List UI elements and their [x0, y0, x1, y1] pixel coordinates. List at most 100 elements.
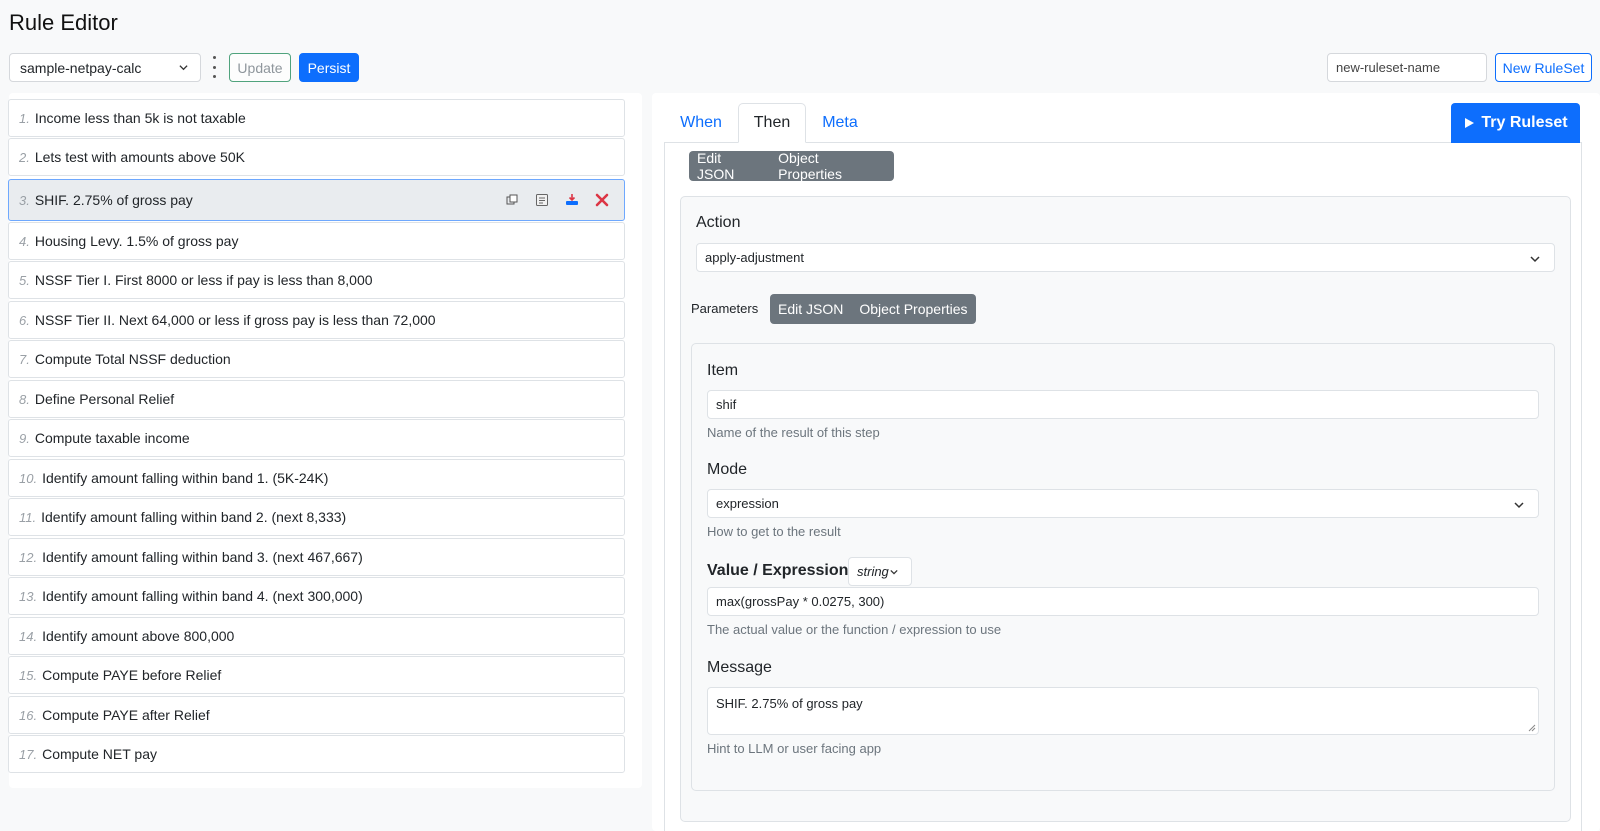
rule-list-item[interactable]: 4. Housing Levy. 1.5% of gross pay	[8, 222, 625, 260]
then-view-toggle: Edit JSON Object Properties	[689, 150, 894, 182]
rule-list-item[interactable]: 7. Compute Total NSSF deduction	[8, 340, 625, 378]
chevron-down-icon	[1514, 502, 1524, 509]
more-options-icon[interactable]	[210, 56, 218, 78]
tab-then[interactable]: Then	[738, 103, 806, 143]
rule-label: NSSF Tier II. Next 64,000 or less if gro…	[34, 312, 436, 328]
message-help-text: Hint to LLM or user facing app	[707, 741, 882, 756]
item-label: Item	[707, 362, 739, 379]
then-object-properties-toggle[interactable]: Object Properties	[770, 150, 894, 182]
value-expression-input[interactable]: max(grossPay * 0.0275, 300)	[707, 587, 1539, 616]
insert-below-icon[interactable]	[564, 192, 580, 208]
rule-number: 4.	[19, 233, 30, 249]
rule-label: Identify amount falling within band 3. (…	[42, 549, 363, 565]
rule-label: Compute PAYE after Relief	[42, 707, 210, 723]
tab-when[interactable]: When	[668, 103, 734, 143]
rule-label: Identify amount falling within band 2. (…	[41, 509, 347, 525]
resize-handle-icon[interactable]	[1528, 724, 1536, 732]
duplicate-icon[interactable]	[504, 192, 520, 208]
rule-label: Identify amount above 800,000	[42, 628, 235, 644]
rule-label: Compute PAYE before Relief	[42, 667, 222, 683]
rule-number: 11.	[19, 509, 37, 525]
rule-label: Compute NET pay	[42, 746, 157, 762]
rule-label: Identify amount falling within band 4. (…	[42, 588, 363, 604]
rule-label: Compute Total NSSF deduction	[34, 351, 231, 367]
delete-icon[interactable]	[594, 192, 610, 208]
parameters-label: Parameters	[691, 301, 759, 316]
rule-list-item[interactable]: 8. Define Personal Relief	[8, 380, 625, 418]
rule-number: 10.	[19, 470, 38, 486]
rule-list-item[interactable]: 2. Lets test with amounts above 50K	[8, 138, 625, 176]
try-ruleset-button[interactable]: Try Ruleset	[1451, 103, 1580, 143]
rule-number: 3.	[19, 192, 30, 208]
message-textarea[interactable]: SHIF. 2.75% of gross pay	[707, 687, 1539, 735]
rule-label: Lets test with amounts above 50K	[34, 149, 245, 165]
item-help-text: Name of the result of this step	[707, 425, 880, 440]
then-edit-json-toggle[interactable]: Edit JSON	[689, 150, 770, 182]
try-ruleset-label: Try Ruleset	[1481, 114, 1568, 131]
rule-number: 15.	[19, 667, 38, 683]
rule-label: Housing Levy. 1.5% of gross pay	[34, 233, 239, 249]
mode-select-value: expression	[716, 496, 779, 511]
rule-number: 2.	[19, 149, 30, 165]
rule-label: NSSF Tier I. First 8000 or less if pay i…	[34, 272, 373, 288]
action-select-value: apply-adjustment	[705, 250, 804, 265]
rule-number: 6.	[19, 312, 30, 328]
rule-number: 17.	[19, 746, 38, 762]
rule-list-item[interactable]: 5. NSSF Tier I. First 8000 or less if pay…	[8, 261, 625, 299]
mode-select[interactable]: expression	[707, 489, 1539, 518]
persist-button[interactable]: Persist	[299, 53, 359, 82]
parameters-edit-json-toggle[interactable]: Edit JSON	[770, 301, 851, 317]
mode-label: Mode	[707, 461, 748, 478]
play-icon	[1465, 118, 1475, 128]
rule-label: SHIF. 2.75% of gross pay	[34, 192, 193, 208]
rule-list-item[interactable]: 15. Compute PAYE before Relief	[8, 656, 625, 694]
item-input[interactable]: shif	[707, 390, 1539, 419]
mode-help-text: How to get to the result	[707, 524, 841, 539]
update-button[interactable]: Update	[229, 53, 291, 82]
value-expression-value: max(grossPay * 0.0275, 300)	[716, 594, 885, 609]
rule-number: 14.	[19, 628, 38, 644]
rule-actions	[504, 192, 610, 208]
action-select[interactable]: apply-adjustment	[696, 243, 1555, 272]
rule-number: 16.	[19, 707, 38, 723]
rule-number: 7.	[19, 351, 30, 367]
rule-list-item[interactable]: 12. Identify amount falling within band 3…	[8, 538, 625, 576]
new-ruleset-button[interactable]: New RuleSet	[1495, 53, 1592, 82]
rule-list-item[interactable]: 1. Income less than 5k is not taxable	[8, 99, 625, 137]
page-title: Rule Editor	[9, 10, 118, 35]
rule-list-item[interactable]: 13. Identify amount falling within band 4…	[8, 577, 625, 615]
value-expression-label: Value / Expression	[707, 562, 849, 579]
rule-list-item[interactable]: 9. Compute taxable income	[8, 419, 625, 457]
chevron-down-icon	[1530, 256, 1540, 263]
rule-number: 1.	[19, 110, 30, 126]
rule-label: Identify amount falling within band 1. (…	[42, 470, 329, 486]
value-type-value: string	[857, 564, 889, 579]
chevron-down-icon	[890, 569, 898, 574]
value-type-select[interactable]: string	[848, 557, 912, 586]
rule-label: Compute taxable income	[34, 430, 190, 446]
rule-list-item[interactable]: 11. Identify amount falling within band 2…	[8, 498, 625, 536]
rule-number: 12.	[19, 549, 38, 565]
message-label: Message	[707, 659, 772, 676]
rule-list-item[interactable]: 10. Identify amount falling within band 1…	[8, 459, 625, 497]
rule-label: Income less than 5k is not taxable	[34, 110, 246, 126]
action-label: Action	[696, 214, 741, 231]
rule-label: Define Personal Relief	[34, 391, 175, 407]
new-ruleset-name-input[interactable]: new-ruleset-name	[1327, 53, 1487, 82]
rule-list-item[interactable]: 14. Identify amount above 800,000	[8, 617, 625, 655]
rule-number: 9.	[19, 430, 30, 446]
ruleset-select-value: sample-netpay-calc	[20, 60, 142, 76]
rule-list-item[interactable]: 16. Compute PAYE after Relief	[8, 696, 625, 734]
ruleset-select[interactable]: sample-netpay-calc	[9, 53, 201, 82]
notes-icon[interactable]	[534, 192, 550, 208]
tab-meta[interactable]: Meta	[810, 103, 870, 143]
rule-number: 8.	[19, 391, 30, 407]
value-expression-help-text: The actual value or the function / expre…	[707, 622, 1002, 637]
rule-list-item[interactable]: 3. SHIF. 2.75% of gross pay	[8, 179, 625, 221]
rule-list-item[interactable]: 6. NSSF Tier II. Next 64,000 or less if g…	[8, 301, 625, 339]
parameters-view-toggle: Edit JSON Object Properties	[770, 294, 976, 324]
item-input-value: shif	[716, 397, 737, 412]
rule-number: 13.	[19, 588, 38, 604]
rule-list-item[interactable]: 17. Compute NET pay	[8, 735, 625, 773]
parameters-object-properties-toggle[interactable]: Object Properties	[851, 301, 975, 317]
